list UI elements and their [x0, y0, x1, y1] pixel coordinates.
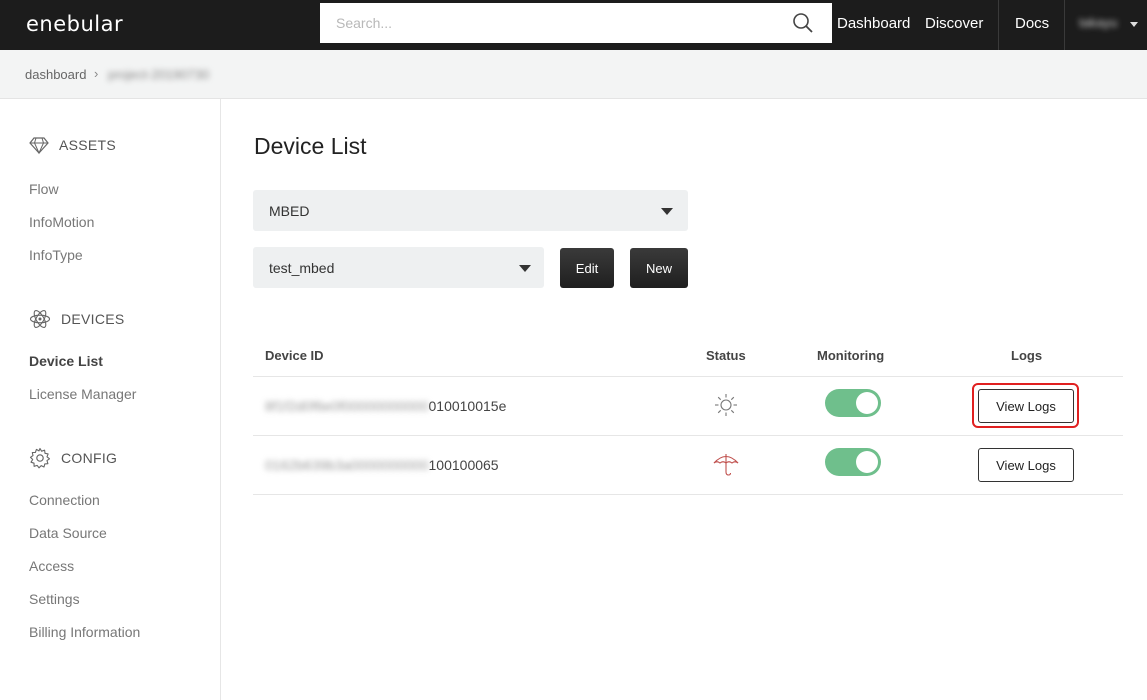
nav-dashboard[interactable]: Dashboard [837, 15, 910, 32]
toggle-knob [856, 392, 878, 414]
column-header-logs: Logs [1011, 348, 1043, 363]
search-input[interactable] [320, 3, 780, 43]
search-icon[interactable] [792, 12, 814, 34]
toggle-knob [856, 451, 878, 473]
device-id-visible: 010010015e [428, 398, 507, 414]
search-box [320, 3, 832, 43]
view-logs-button[interactable]: View Logs [978, 448, 1074, 482]
sun-icon [715, 394, 737, 416]
monitoring-toggle[interactable] [825, 448, 881, 476]
chevron-down-icon[interactable] [1130, 22, 1138, 27]
platform-select[interactable]: MBED [253, 190, 688, 231]
sidebar-section-label: ASSETS [59, 137, 117, 153]
edit-button[interactable]: Edit [560, 248, 614, 288]
diamond-icon [29, 137, 49, 155]
sidebar-item-billing-information[interactable]: Billing Information [29, 624, 140, 640]
column-header-status: Status [706, 348, 746, 363]
highlight-box [972, 383, 1079, 428]
sidebar-section-devices: DEVICES [29, 308, 125, 330]
device-id-cell: 0162b639b3a0000000000100100065 [265, 457, 499, 473]
user-menu[interactable]: takayu [1079, 15, 1117, 30]
sidebar-section-config: CONFIG [29, 447, 117, 469]
enebular-logo[interactable]: enebular [26, 12, 123, 36]
page-title: Device List [254, 133, 367, 159]
connection-select-value: test_mbed [269, 260, 335, 276]
sidebar-item-access[interactable]: Access [29, 558, 74, 574]
sidebar-section-assets: ASSETS [29, 135, 116, 155]
sidebar-item-license-manager[interactable]: License Manager [29, 386, 136, 402]
sidebar: ASSETS Flow InfoMotion InfoType DEVICES … [0, 99, 221, 700]
sidebar-item-data-source[interactable]: Data Source [29, 525, 107, 541]
sidebar-section-label: DEVICES [61, 311, 125, 327]
nav-docs[interactable]: Docs [1015, 15, 1049, 32]
atom-icon [29, 310, 51, 328]
nav-divider [1064, 0, 1065, 50]
table-divider [253, 435, 1123, 436]
caret-down-icon [519, 265, 531, 272]
breadcrumb-dashboard[interactable]: dashboard [25, 67, 86, 82]
column-header-monitoring: Monitoring [817, 348, 885, 363]
sidebar-item-connection[interactable]: Connection [29, 492, 100, 508]
platform-select-value: MBED [269, 203, 310, 219]
top-navbar: enebular Dashboard Discover Docs takayu [0, 0, 1147, 50]
breadcrumb-project[interactable]: project-20190730 [108, 67, 209, 82]
monitoring-toggle[interactable] [825, 389, 881, 417]
table-divider [253, 494, 1123, 495]
device-id-cell: 8f1f2d0f6e0f00000000000010010015e [265, 398, 506, 414]
sidebar-section-label: CONFIG [61, 450, 118, 466]
sidebar-item-infomotion[interactable]: InfoMotion [29, 214, 94, 230]
device-id-hidden: 0162b639b3a0000000000 [265, 457, 429, 473]
new-button[interactable]: New [630, 248, 688, 288]
device-id-visible: 100100065 [428, 457, 499, 473]
device-id-hidden: 8f1f2d0f6e0f00000000000 [265, 398, 429, 414]
breadcrumb-separator: › [94, 66, 99, 81]
sidebar-item-flow[interactable]: Flow [29, 181, 59, 197]
nav-discover[interactable]: Discover [925, 15, 983, 32]
connection-select[interactable]: test_mbed [253, 247, 544, 288]
nav-divider [998, 0, 999, 50]
table-divider [253, 376, 1123, 377]
column-header-device-id: Device ID [265, 348, 324, 363]
sidebar-item-settings[interactable]: Settings [29, 591, 80, 607]
sidebar-item-device-list[interactable]: Device List [29, 353, 103, 369]
gear-icon [29, 447, 51, 469]
caret-down-icon [661, 208, 673, 215]
sidebar-item-infotype[interactable]: InfoType [29, 247, 83, 263]
umbrella-icon [713, 454, 739, 476]
breadcrumb: dashboard › project-20190730 [0, 50, 1147, 99]
